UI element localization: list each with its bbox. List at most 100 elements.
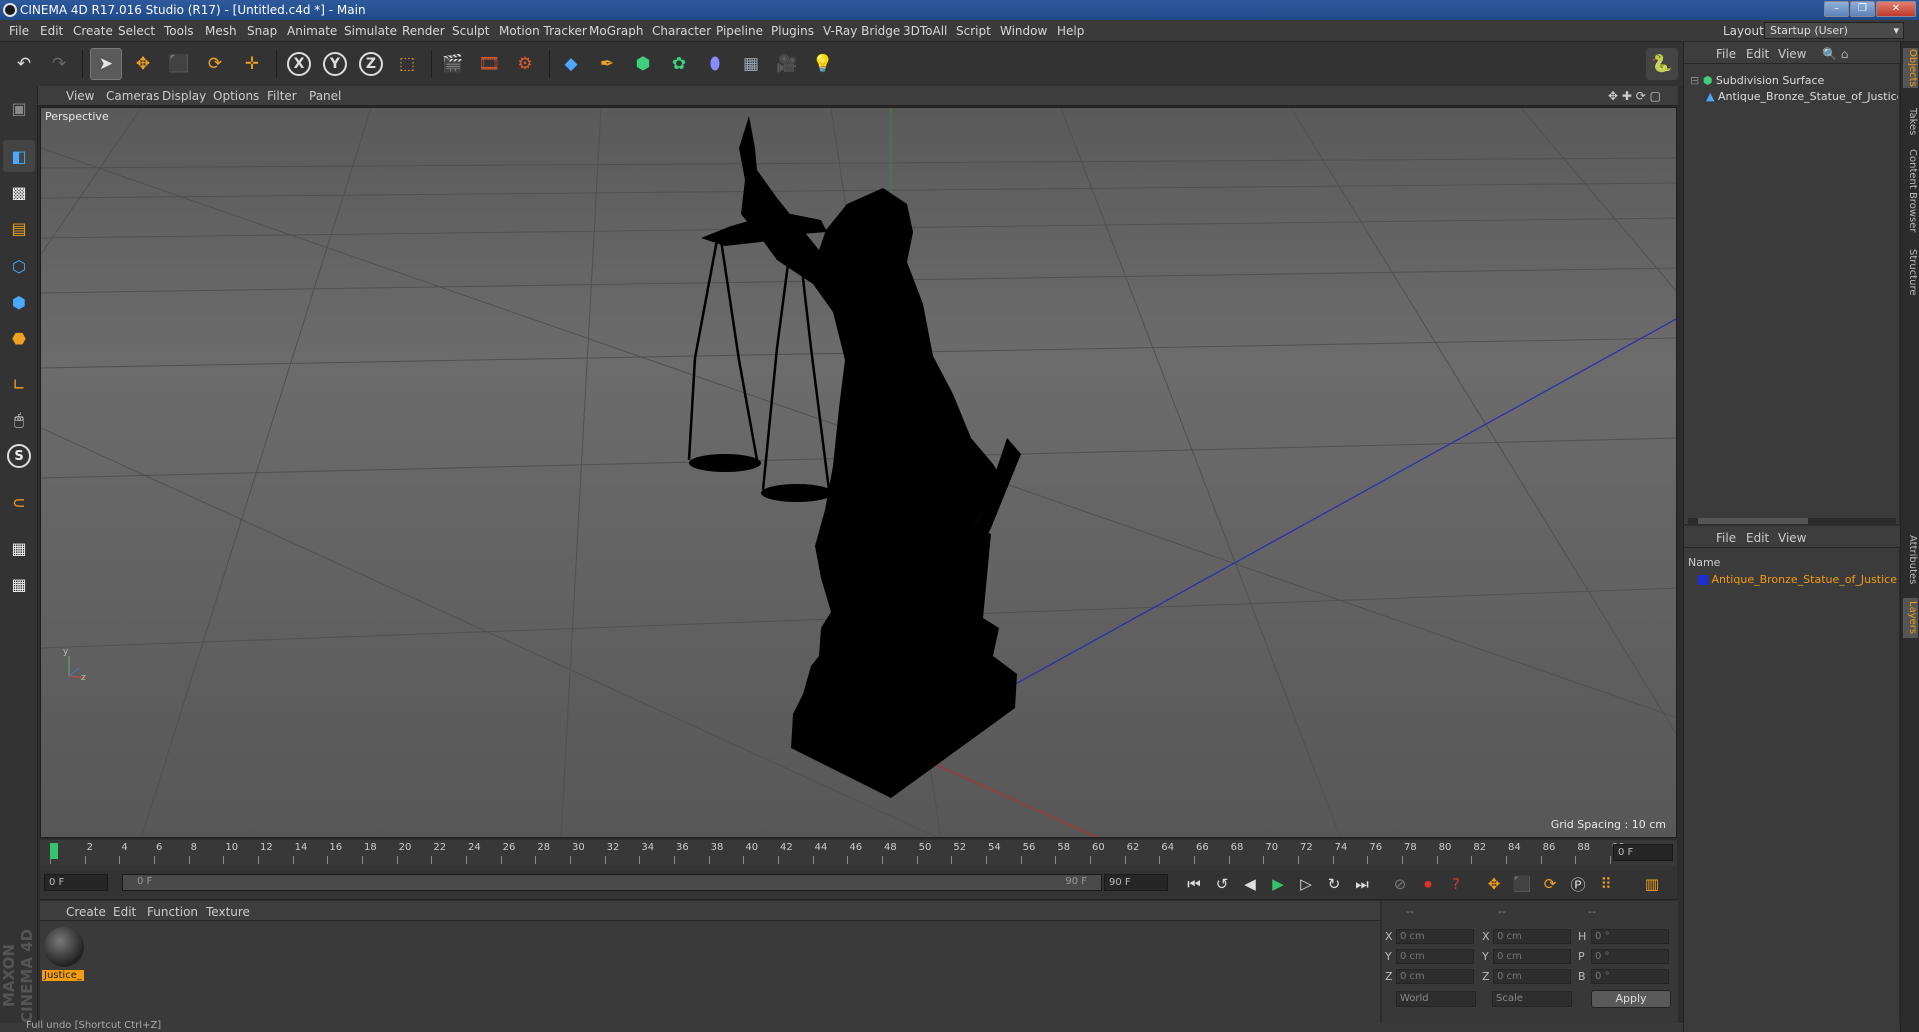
layout-select[interactable]: Startup (User) ▾ (1764, 22, 1904, 39)
end-frame-field[interactable]: 90 F (1104, 874, 1168, 891)
size-y-field[interactable]: 0 cm (1493, 949, 1571, 964)
go-to-end-icon[interactable]: ⏭ (1350, 872, 1374, 896)
tab-content-browser[interactable]: Content Browser (1903, 146, 1918, 236)
menu-help[interactable]: Help (1057, 24, 1084, 38)
layer-menu-edit[interactable]: Edit (1746, 531, 1769, 545)
pen-spline-icon[interactable]: ✒ (591, 48, 623, 80)
snap-s-icon[interactable]: S (3, 440, 35, 472)
menu-3dtoall[interactable]: 3DToAll (903, 24, 947, 38)
undo-icon[interactable]: ↶ (8, 48, 40, 80)
coordinate-mode-select[interactable]: World (1396, 991, 1476, 1007)
key-pla-icon[interactable]: ⠿ (1594, 872, 1618, 896)
menu-render[interactable]: Render (402, 24, 445, 38)
key-position-icon[interactable]: ✥ (1482, 872, 1506, 896)
menu-edit[interactable]: Edit (40, 24, 63, 38)
apply-button[interactable]: Apply (1591, 990, 1671, 1008)
frame-range-slider[interactable]: 0 F 90 F (122, 874, 1102, 891)
rotation-b-field[interactable]: 0 ° (1591, 969, 1669, 984)
object-menu-edit[interactable]: Edit (1746, 47, 1769, 61)
go-to-start-icon[interactable]: ⏮ (1182, 872, 1206, 896)
layer-menu-view[interactable]: View (1778, 531, 1806, 545)
menu-script[interactable]: Script (956, 24, 991, 38)
rotation-h-field[interactable]: 0 ° (1591, 929, 1669, 944)
planar-workplane-icon[interactable]: ▦ (3, 568, 35, 600)
minimize-button[interactable]: – (1824, 1, 1849, 17)
object-row-subdivision[interactable]: ⊟ ⬢ Subdivision Surface (1690, 74, 1824, 88)
axis-mode-icon[interactable]: ⬣ (3, 322, 35, 354)
previous-key-icon[interactable]: ↺ (1210, 872, 1234, 896)
python-icon[interactable]: 🐍 (1646, 48, 1678, 80)
edit-render-settings-icon[interactable]: ⚙ (509, 48, 541, 80)
menu-pipeline[interactable]: Pipeline (716, 24, 763, 38)
size-z-field[interactable]: 0 cm (1493, 969, 1571, 984)
model-mode-icon[interactable]: ▣ (3, 92, 35, 124)
viewport-menu-options[interactable]: Options (213, 89, 259, 103)
key-scale-icon[interactable]: ⬛ (1510, 872, 1534, 896)
menu-plugins[interactable]: Plugins (771, 24, 814, 38)
live-selection-icon[interactable]: ✛ (236, 48, 268, 80)
render-picture-viewer-icon[interactable]: 🎞 (473, 48, 505, 80)
light-icon[interactable]: 💡 (807, 48, 839, 80)
cube-icon[interactable]: ◆ (555, 48, 587, 80)
perspective-viewport[interactable]: y z Perspective Grid Spacing : 10 cm (40, 107, 1677, 838)
record-disabled-icon[interactable]: ⊘ (1388, 872, 1412, 896)
polygons-mode-icon[interactable]: ⬢ (3, 286, 35, 318)
menu-vray-bridge[interactable]: V-Ray Bridge (823, 24, 900, 38)
menu-create[interactable]: Create (73, 24, 113, 38)
key-rotation-icon[interactable]: ⟳ (1538, 872, 1562, 896)
menu-window[interactable]: Window (1000, 24, 1047, 38)
viewport-menu-panel[interactable]: Panel (309, 89, 341, 103)
size-mode-select[interactable]: Scale (1492, 991, 1572, 1007)
z-axis-icon[interactable]: Z (355, 48, 387, 80)
points-mode-icon[interactable]: ▤ (3, 212, 35, 244)
y-axis-icon[interactable]: Y (319, 48, 351, 80)
tab-layers[interactable]: Layers (1903, 598, 1918, 638)
layer-row[interactable]: Antique_Bronze_Statue_of_Justice (1698, 573, 1898, 587)
viewport-menu-display[interactable]: Display (162, 89, 206, 103)
x-axis-icon[interactable]: X (283, 48, 315, 80)
object-menu-view[interactable]: View (1778, 47, 1806, 61)
magnet-icon[interactable]: ⊂ (3, 486, 35, 518)
position-x-field[interactable]: 0 cm (1396, 929, 1474, 944)
rotation-p-field[interactable]: 0 ° (1591, 949, 1669, 964)
viewport-menu-cameras[interactable]: Cameras (106, 89, 159, 103)
menu-motion-tracker[interactable]: Motion Tracker (499, 24, 587, 38)
key-parameter-icon[interactable]: Ⓟ (1566, 872, 1590, 896)
maximize-button[interactable]: ❐ (1850, 1, 1875, 17)
object-row-statue[interactable]: ▲ Antique_Bronze_Statue_of_Justice (1706, 90, 1898, 104)
object-search-icons[interactable]: 🔍 ⌂ (1822, 47, 1848, 61)
axis-tool-icon[interactable]: ∟ (3, 368, 35, 400)
menu-mesh[interactable]: Mesh (205, 24, 237, 38)
layer-menu-file[interactable]: File (1716, 531, 1736, 545)
timeline-layout-icon[interactable]: ▥ (1640, 872, 1664, 896)
material-name[interactable]: Justice_ (42, 970, 84, 981)
mograph-cloner-icon[interactable]: ✿ (663, 48, 695, 80)
move-icon[interactable]: ✥ (127, 48, 159, 80)
timeline-ruler[interactable]: 0246810121416182022242628303234363840424… (40, 840, 1677, 866)
menu-tools[interactable]: Tools (164, 24, 194, 38)
collapse-icon[interactable]: ⊟ (1690, 74, 1699, 87)
size-x-field[interactable]: 0 cm (1493, 929, 1571, 944)
menu-mograph[interactable]: MoGraph (589, 24, 644, 38)
render-view-icon[interactable]: 🎬 (437, 48, 469, 80)
tweak-icon[interactable]: 🖱 (3, 404, 35, 436)
current-frame-field[interactable]: 0 F (1613, 844, 1673, 861)
world-coordinates-icon[interactable]: ⬚ (391, 48, 423, 80)
menu-snap[interactable]: Snap (247, 24, 277, 38)
deformer-icon[interactable]: ⬮ (699, 48, 731, 80)
texture-mode-icon[interactable]: ◧ (3, 140, 35, 172)
viewport-menu-view[interactable]: View (66, 89, 94, 103)
position-y-field[interactable]: 0 cm (1396, 949, 1474, 964)
close-button[interactable]: ✕ (1876, 1, 1916, 17)
rotate-icon[interactable]: ⟳ (199, 48, 231, 80)
menu-file[interactable]: File (9, 24, 29, 38)
record-key-icon[interactable]: ⏺ (1416, 872, 1440, 896)
material-swatch[interactable] (44, 927, 84, 967)
viewport-nav-icons[interactable]: ✥ ✚ ⟳ ▢ (1608, 89, 1661, 103)
start-frame-field[interactable]: 0 F (44, 874, 108, 891)
object-menu-file[interactable]: File (1716, 47, 1736, 61)
tab-attributes[interactable]: Attributes (1903, 530, 1918, 590)
locked-workplane-icon[interactable]: ▦ (3, 532, 35, 564)
tab-objects[interactable]: Objects (1903, 48, 1918, 88)
floor-icon[interactable]: ▦ (735, 48, 767, 80)
